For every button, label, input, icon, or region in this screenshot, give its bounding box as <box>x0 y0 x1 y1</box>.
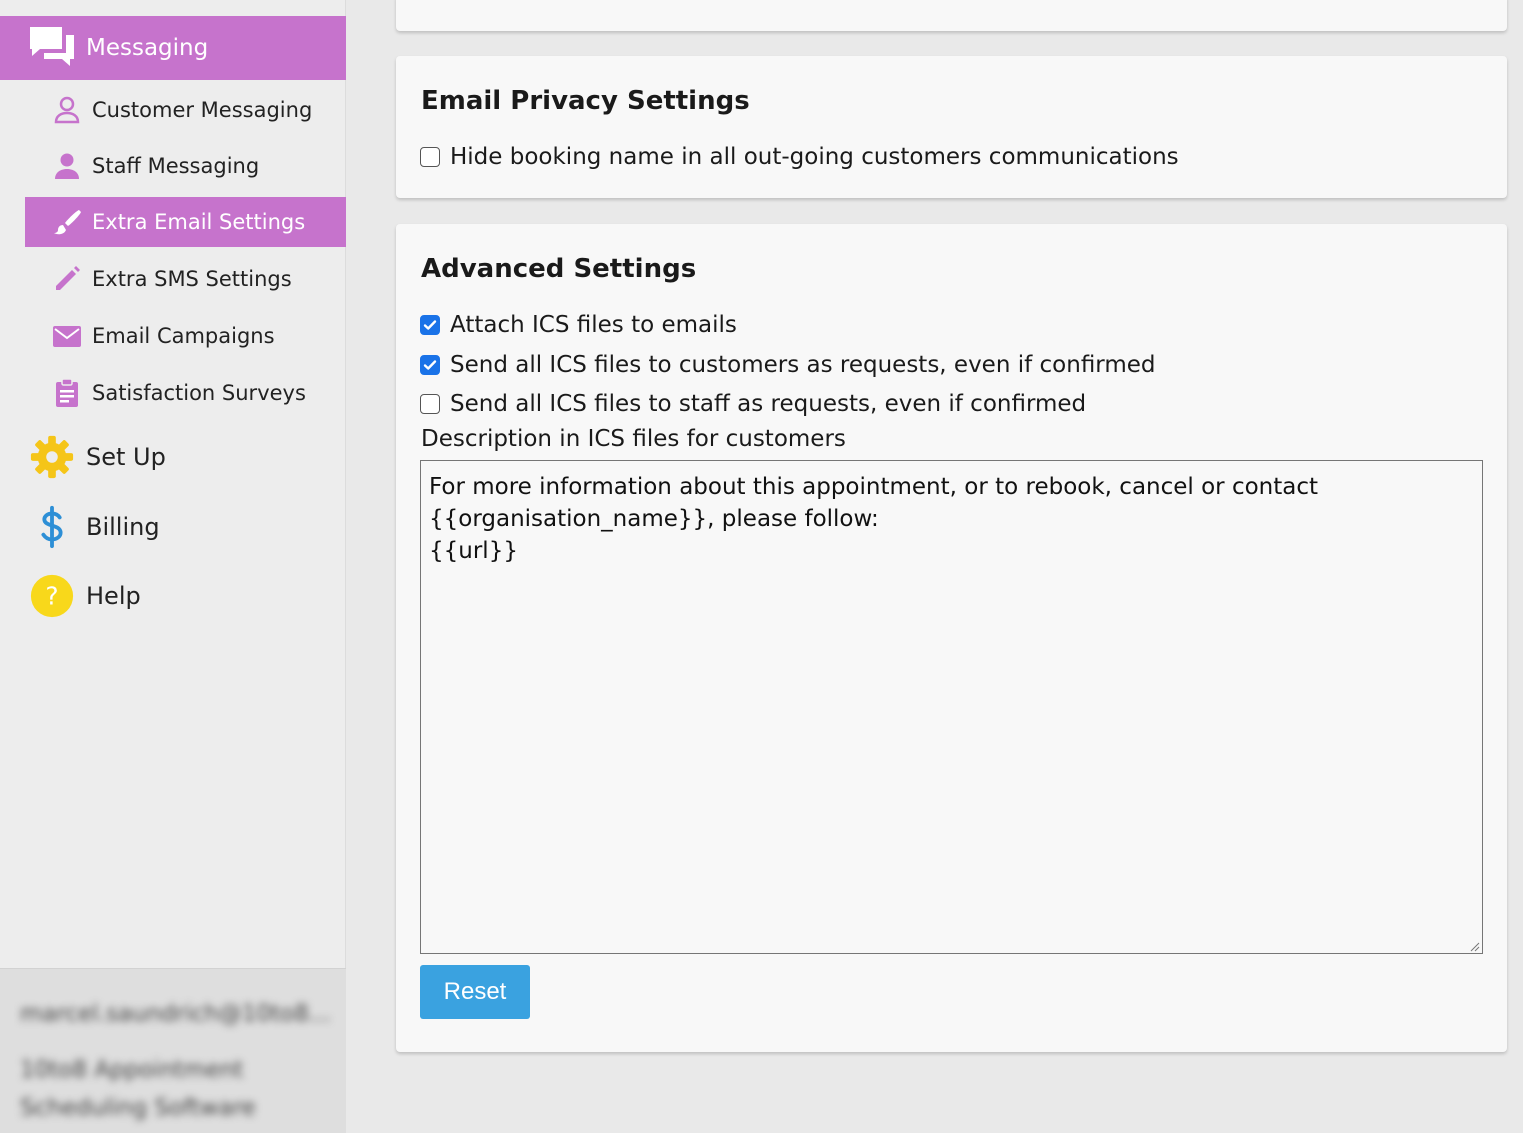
sidebar-item-label: Billing <box>86 513 160 541</box>
ics-description-label: Description in ICS files for customers <box>421 426 846 452</box>
pencil-icon <box>51 263 83 295</box>
sidebar-item-extra-email-settings[interactable]: Extra Email Settings <box>25 197 346 247</box>
previous-settings-card <box>396 0 1507 31</box>
hide-booking-name-option[interactable]: Hide booking name in all out-going custo… <box>420 144 1179 170</box>
envelope-icon <box>51 320 83 352</box>
checkmark-icon <box>423 360 437 370</box>
sidebar-item-email-campaigns[interactable]: Email Campaigns <box>25 311 346 361</box>
sidebar-item-billing[interactable]: Billing <box>0 497 346 557</box>
svg-text:?: ? <box>45 582 58 611</box>
user-account-box[interactable]: marcel.saundrich@10to8... 10to8 Appointm… <box>0 968 346 1133</box>
sidebar-item-label: Set Up <box>86 443 166 471</box>
user-email: marcel.saundrich@10to8... <box>20 1001 331 1027</box>
sidebar-item-staff-messaging[interactable]: Staff Messaging <box>25 141 346 191</box>
gear-icon <box>28 433 76 481</box>
email-privacy-card: Email Privacy Settings Hide booking name… <box>396 56 1507 198</box>
sidebar-item-label: Satisfaction Surveys <box>92 381 306 405</box>
sidebar-item-label: Email Campaigns <box>92 324 275 348</box>
ics-staff-requests-option[interactable]: Send all ICS files to staff as requests,… <box>420 391 1086 417</box>
sidebar-item-help[interactable]: ? Help <box>0 566 346 626</box>
sidebar: Messaging Customer Messaging Staff Messa… <box>0 0 346 1133</box>
sidebar-section-messaging[interactable]: Messaging <box>0 16 346 80</box>
dollar-icon <box>28 503 76 551</box>
chat-bubbles-icon <box>28 23 86 73</box>
sidebar-item-label: Extra SMS Settings <box>92 267 292 291</box>
sidebar-item-label: Staff Messaging <box>92 154 260 178</box>
sidebar-section-label: Messaging <box>86 35 209 61</box>
hide-booking-name-checkbox[interactable] <box>420 147 440 167</box>
section-title: Advanced Settings <box>421 254 697 284</box>
question-icon: ? <box>28 572 76 620</box>
resize-grip-icon[interactable] <box>1468 940 1480 952</box>
sidebar-item-satisfaction-surveys[interactable]: Satisfaction Surveys <box>25 368 346 418</box>
checkmark-icon <box>423 320 437 330</box>
sidebar-item-customer-messaging[interactable]: Customer Messaging <box>25 85 346 135</box>
checkbox-label: Attach ICS files to emails <box>450 312 737 338</box>
person-icon <box>51 150 83 182</box>
organisation-name: 10to8 Appointment Scheduling Software <box>20 1057 256 1121</box>
clipboard-icon <box>51 377 83 409</box>
checkbox-label: Hide booking name in all out-going custo… <box>450 144 1179 170</box>
sidebar-item-label: Help <box>86 582 141 610</box>
person-outline-icon <box>51 94 83 126</box>
attach-ics-checkbox[interactable] <box>420 315 440 335</box>
reset-button[interactable]: Reset <box>420 965 530 1019</box>
attach-ics-option[interactable]: Attach ICS files to emails <box>420 312 737 338</box>
ics-staff-requests-checkbox[interactable] <box>420 394 440 414</box>
section-title: Email Privacy Settings <box>421 86 750 116</box>
sidebar-item-extra-sms-settings[interactable]: Extra SMS Settings <box>25 254 346 304</box>
sidebar-item-label: Customer Messaging <box>92 98 313 122</box>
checkbox-label: Send all ICS files to staff as requests,… <box>450 391 1087 417</box>
checkbox-label: Send all ICS files to customers as reque… <box>450 352 1156 378</box>
brush-icon <box>51 206 83 238</box>
ics-customers-requests-option[interactable]: Send all ICS files to customers as reque… <box>420 352 1156 378</box>
ics-description-textarea[interactable]: For more information about this appointm… <box>420 460 1483 954</box>
sidebar-item-set-up[interactable]: Set Up <box>0 427 346 487</box>
advanced-settings-card: Advanced Settings Attach ICS files to em… <box>396 224 1507 1052</box>
ics-customers-requests-checkbox[interactable] <box>420 355 440 375</box>
sidebar-item-label: Extra Email Settings <box>92 210 306 234</box>
